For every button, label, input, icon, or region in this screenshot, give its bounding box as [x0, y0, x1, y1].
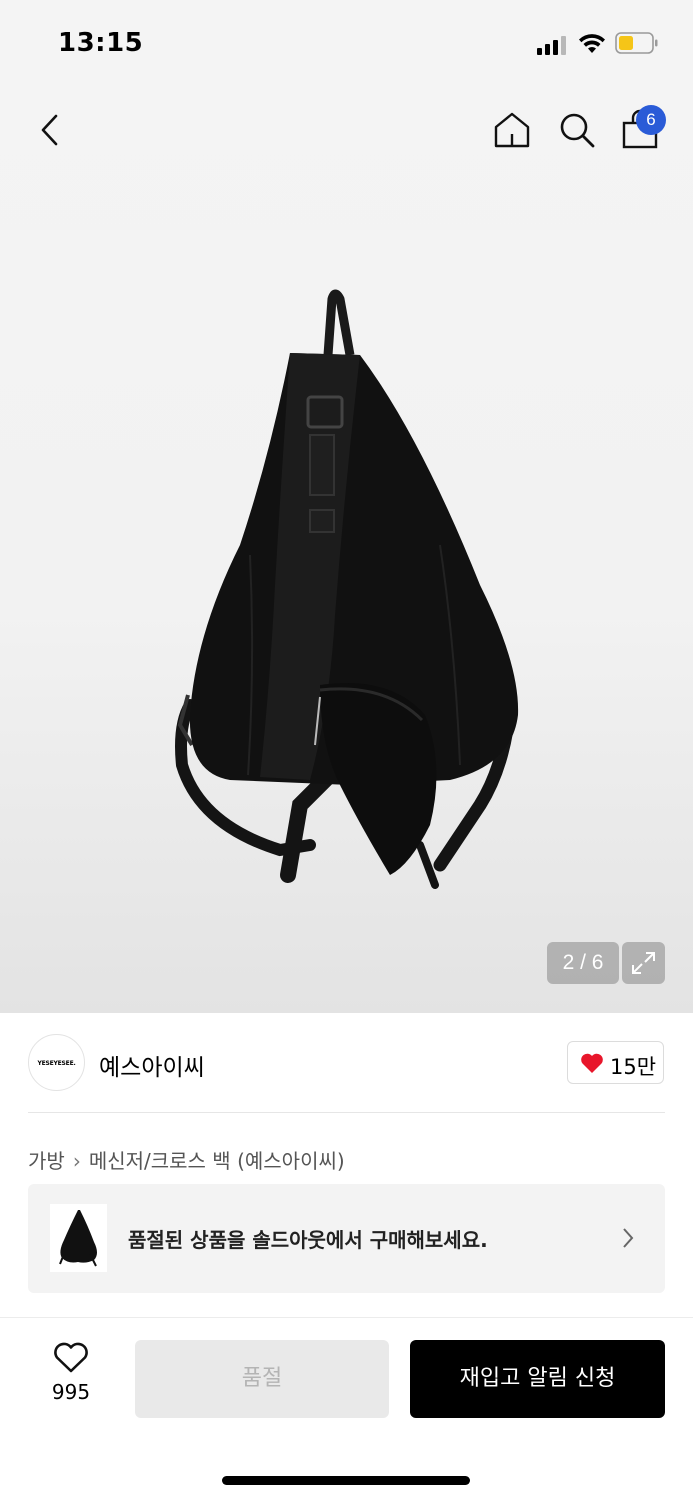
product-image-gallery[interactable]: 13:15 6 2 / 6: [0, 0, 693, 1013]
soldout-banner-text: 품절된 상품을 솔드아웃에서 구매해보세요.: [128, 1228, 488, 1252]
section-divider: [28, 1112, 665, 1113]
expand-icon: [632, 952, 655, 974]
brand-like-button[interactable]: 15만: [567, 1041, 664, 1084]
wifi-icon: [579, 34, 605, 53]
search-icon[interactable]: [555, 108, 599, 152]
breadcrumb-category[interactable]: 가방: [28, 1145, 65, 1174]
wishlist-button[interactable]: 995: [36, 1342, 106, 1414]
brand-row[interactable]: YESEYESEE. 예스아이씨 15만: [28, 1034, 665, 1092]
wishlist-count: 995: [51, 1380, 91, 1404]
home-icon[interactable]: [490, 108, 534, 152]
breadcrumb-subcategory[interactable]: 메신저/크로스 백 (예스아이씨): [89, 1145, 345, 1174]
restock-alert-button[interactable]: 재입고 알림 신청: [410, 1340, 665, 1418]
status-bar: 13:15: [0, 0, 693, 90]
back-arrow-icon[interactable]: [34, 108, 70, 152]
breadcrumb: 가방 › 메신저/크로스 백 (예스아이씨): [28, 1145, 345, 1174]
fullscreen-button[interactable]: [622, 942, 665, 984]
brand-like-count: 15만: [610, 1055, 657, 1079]
status-time: 13:15: [58, 28, 144, 58]
soldout-button: 품절: [135, 1340, 389, 1418]
heart-outline-icon: [54, 1342, 88, 1373]
cart-count-badge: 6: [636, 105, 666, 135]
banner-thumbnail: [50, 1204, 107, 1272]
image-page-counter: 2 / 6: [547, 942, 619, 984]
breadcrumb-chevron-icon: ›: [72, 1149, 81, 1173]
home-indicator: [222, 1476, 470, 1485]
product-photo: [175, 289, 519, 889]
cellular-signal-icon: [537, 36, 566, 55]
battery-icon: [615, 32, 658, 54]
heart-filled-icon: [581, 1053, 603, 1073]
chevron-right-icon: [623, 1228, 634, 1248]
soldout-banner[interactable]: 품절된 상품을 솔드아웃에서 구매해보세요.: [28, 1184, 665, 1293]
brand-logo[interactable]: YESEYESEE.: [28, 1034, 85, 1091]
brand-name[interactable]: 예스아이씨: [99, 1048, 205, 1082]
bottom-bar-divider: [0, 1317, 693, 1318]
